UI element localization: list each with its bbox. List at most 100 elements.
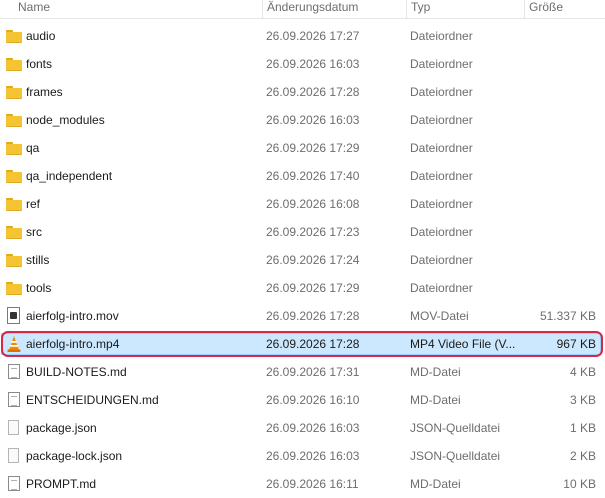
- file-type: Dateiordner: [410, 29, 473, 43]
- mov-file-icon: [7, 307, 20, 324]
- file-name: qa_independent: [26, 169, 113, 183]
- file-type: MD-Datei: [410, 393, 461, 407]
- file-date: 26.09.2026 17:31: [266, 365, 360, 379]
- table-row-selected[interactable]: aierfolg-intro.mp4 26.09.2026 17:28 MP4 Vi…: [0, 331, 605, 359]
- file-date: 26.09.2026 17:24: [266, 253, 360, 267]
- file-type: MD-Datei: [410, 477, 461, 491]
- column-header-type[interactable]: Typ: [406, 0, 524, 18]
- file-date: 26.09.2026 17:40: [266, 169, 360, 183]
- file-date: 26.09.2026 17:23: [266, 225, 360, 239]
- column-header-date[interactable]: Änderungsdatum: [262, 0, 403, 18]
- table-row[interactable]: frames 26.09.2026 17:28 Dateiordner: [0, 78, 605, 106]
- file-type: Dateiordner: [410, 253, 473, 267]
- document-icon: [8, 392, 20, 407]
- file-name: frames: [26, 85, 63, 99]
- folder-icon: [6, 254, 22, 267]
- folder-icon: [6, 170, 22, 183]
- file-name: src: [26, 225, 42, 239]
- file-date: 26.09.2026 16:03: [266, 449, 360, 463]
- file-type: Dateiordner: [410, 113, 473, 127]
- file-type: Dateiordner: [410, 197, 473, 211]
- file-size: [520, 274, 596, 302]
- file-size: [520, 106, 596, 134]
- folder-icon: [6, 86, 22, 99]
- table-row[interactable]: BUILD-NOTES.md 26.09.2026 17:31 MD-Datei 4 …: [0, 358, 605, 386]
- table-row[interactable]: ENTSCHEIDUNGEN.md 26.09.2026 16:10 MD-Date…: [0, 386, 605, 414]
- file-name: stills: [26, 253, 50, 267]
- table-row[interactable]: stills 26.09.2026 17:24 Dateiordner: [0, 246, 605, 274]
- table-row[interactable]: fonts 26.09.2026 16:03 Dateiordner: [0, 50, 605, 78]
- document-icon: [8, 476, 20, 491]
- file-date: 26.09.2026 17:29: [266, 141, 360, 155]
- document-icon: [8, 364, 20, 379]
- file-name: audio: [26, 29, 56, 43]
- file-date: 26.09.2026 17:27: [266, 29, 360, 43]
- folder-icon: [6, 282, 22, 295]
- file-type: Dateiordner: [410, 85, 473, 99]
- table-row[interactable]: src 26.09.2026 17:23 Dateiordner: [0, 218, 605, 246]
- file-type: MD-Datei: [410, 365, 461, 379]
- file-date: 26.09.2026 17:28: [266, 85, 360, 99]
- file-type: MOV-Datei: [410, 309, 469, 323]
- file-date: 26.09.2026 16:08: [266, 197, 360, 211]
- file-type: Dateiordner: [410, 225, 473, 239]
- table-row[interactable]: qa 26.09.2026 17:29 Dateiordner: [0, 134, 605, 162]
- file-size: 1 KB: [569, 421, 596, 435]
- folder-icon: [6, 114, 22, 127]
- folder-icon: [6, 142, 22, 155]
- file-date: 26.09.2026 16:03: [266, 57, 360, 71]
- file-size: [520, 218, 596, 246]
- file-name: aierfolg-intro.mp4: [26, 337, 120, 351]
- file-size: [520, 50, 596, 78]
- file-name: tools: [26, 281, 52, 295]
- table-row[interactable]: package-lock.json 26.09.2026 16:03 JSON-Qu…: [0, 442, 605, 470]
- column-header-bar: Name Änderungsdatum Typ Größe: [0, 0, 605, 19]
- file-size: [520, 78, 596, 106]
- file-size: 2 KB: [569, 449, 596, 463]
- file-size: [520, 162, 596, 190]
- file-type: MP4 Video File (V...: [410, 337, 516, 351]
- folder-icon: [6, 58, 22, 71]
- column-header-size[interactable]: Größe: [524, 0, 605, 18]
- file-name: package-lock.json: [26, 449, 123, 463]
- table-row[interactable]: tools 26.09.2026 17:29 Dateiordner: [0, 274, 605, 302]
- file-name: qa: [26, 141, 40, 155]
- file-date: 26.09.2026 16:10: [266, 393, 360, 407]
- file-name: package.json: [26, 421, 97, 435]
- table-row[interactable]: audio 26.09.2026 17:27 Dateiordner: [0, 22, 605, 50]
- file-date: 26.09.2026 17:28: [266, 337, 360, 351]
- file-name: ref: [26, 197, 41, 211]
- file-date: 26.09.2026 17:29: [266, 281, 360, 295]
- json-file-icon: [8, 420, 19, 435]
- file-size: 967 KB: [556, 337, 596, 351]
- file-name: BUILD-NOTES.md: [26, 365, 127, 379]
- file-type: Dateiordner: [410, 141, 473, 155]
- file-size: 4 KB: [569, 365, 596, 379]
- file-size: [520, 190, 596, 218]
- column-header-name[interactable]: Name: [14, 0, 260, 18]
- file-size: [520, 134, 596, 162]
- file-name: fonts: [26, 57, 53, 71]
- file-size: 51.337 KB: [539, 309, 596, 323]
- file-date: 26.09.2026 16:03: [266, 113, 360, 127]
- file-size: 10 KB: [563, 477, 596, 491]
- file-name: ENTSCHEIDUNGEN.md: [26, 393, 159, 407]
- folder-icon: [6, 198, 22, 211]
- file-type: JSON-Quelldatei: [410, 449, 501, 463]
- file-name: aierfolg-intro.mov: [26, 309, 119, 323]
- table-row[interactable]: package.json 26.09.2026 16:03 JSON-Quellda…: [0, 414, 605, 442]
- folder-icon: [6, 30, 22, 43]
- file-type: Dateiordner: [410, 169, 473, 183]
- json-file-icon: [8, 448, 19, 463]
- file-name: node_modules: [26, 113, 105, 127]
- vlc-cone-icon: [7, 336, 21, 352]
- file-date: 26.09.2026 16:11: [266, 477, 359, 491]
- table-row[interactable]: aierfolg-intro.mov 26.09.2026 17:28 MOV-Da…: [0, 302, 605, 330]
- file-type: Dateiordner: [410, 281, 473, 295]
- table-row[interactable]: ref 26.09.2026 16:08 Dateiordner: [0, 190, 605, 218]
- table-row[interactable]: node_modules 26.09.2026 16:03 Dateiordner: [0, 106, 605, 134]
- file-size: [520, 246, 596, 274]
- file-name: PROMPT.md: [26, 477, 97, 491]
- table-row[interactable]: PROMPT.md 26.09.2026 16:11 MD-Datei 10 KB: [0, 470, 605, 498]
- table-row[interactable]: qa_independent 26.09.2026 17:40 Dateiordne…: [0, 162, 605, 190]
